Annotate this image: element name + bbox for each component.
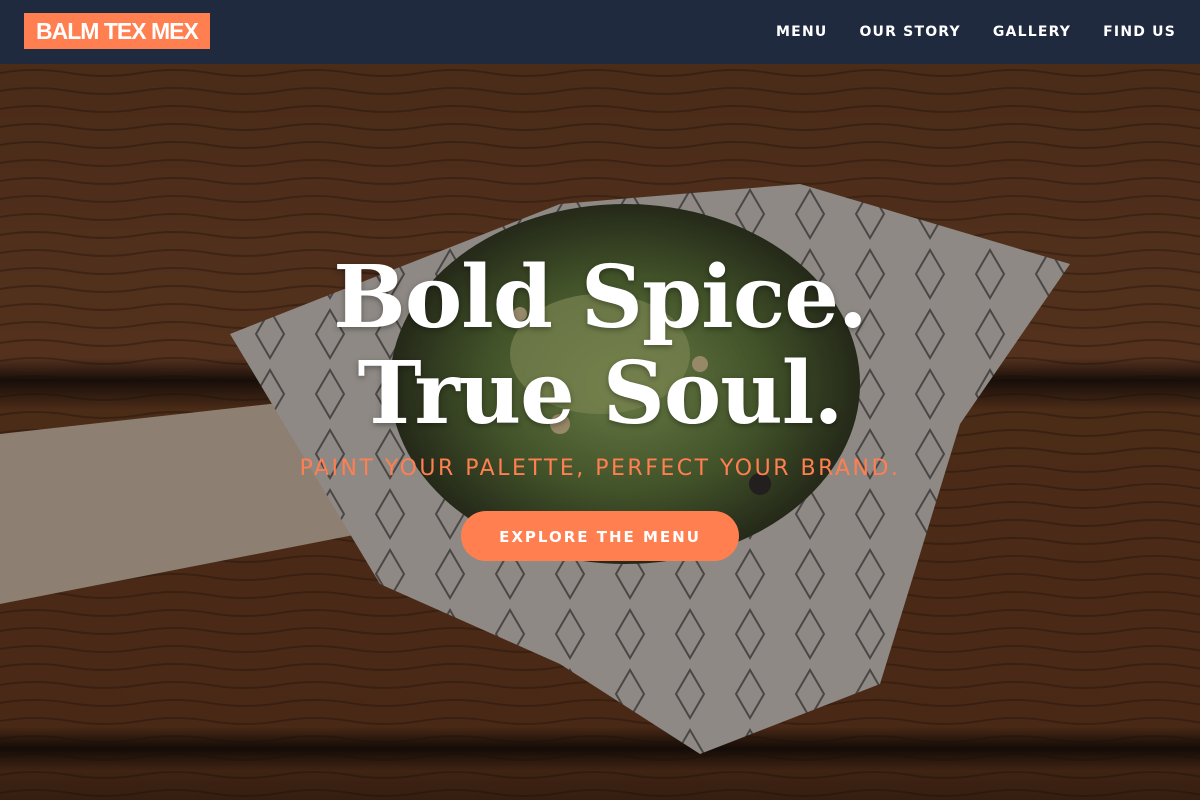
explore-menu-button[interactable]: EXPLORE THE MENU [461, 511, 739, 561]
nav-link-gallery[interactable]: GALLERY [993, 24, 1071, 40]
nav-link-find-us[interactable]: FIND US [1103, 24, 1176, 40]
brand-logo[interactable]: BALM TEX MEX [24, 13, 210, 49]
nav-link-our-story[interactable]: OUR STORY [859, 24, 960, 40]
hero-section: Bold Spice. True Soul. PAINT YOUR PALETT… [0, 64, 1200, 800]
hero-content: Bold Spice. True Soul. PAINT YOUR PALETT… [0, 250, 1200, 561]
hero-headline-line-1: Bold Spice. [333, 247, 868, 348]
hero-headline: Bold Spice. True Soul. [0, 250, 1200, 442]
main-nav: MENU OUR STORY GALLERY FIND US [776, 0, 1176, 64]
hero-headline-line-2: True Soul. [357, 343, 844, 444]
top-navbar: BALM TEX MEX MENU OUR STORY GALLERY FIND… [0, 0, 1200, 64]
hero-tagline: PAINT YOUR PALETTE, PERFECT YOUR BRAND. [299, 456, 901, 481]
nav-link-menu[interactable]: MENU [776, 24, 827, 40]
